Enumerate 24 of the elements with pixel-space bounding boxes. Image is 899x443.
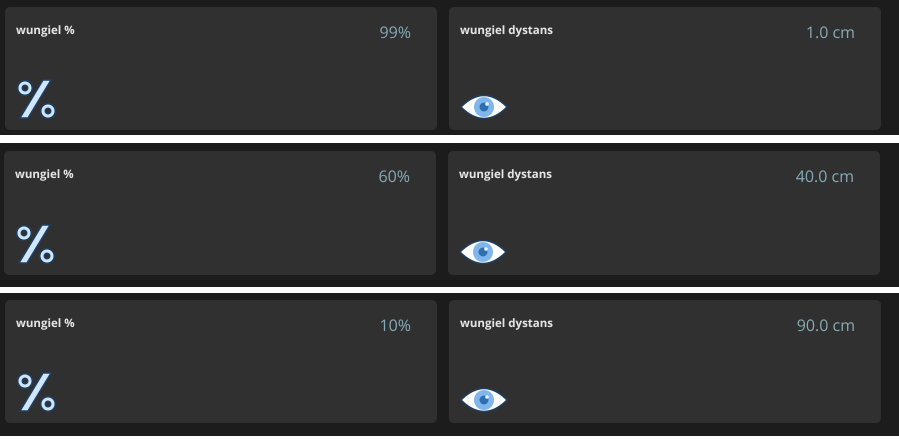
sensor-card[interactable]: wungiel % 99% bbox=[5, 7, 437, 130]
sensor-value: 1.0 cm bbox=[806, 21, 855, 43]
card-title: wungiel % bbox=[15, 167, 74, 182]
sensor-value: 10% bbox=[379, 314, 411, 336]
percent-icon bbox=[15, 223, 55, 265]
sensor-value: 90.0 cm bbox=[796, 314, 855, 336]
card-title: wungiel % bbox=[16, 316, 75, 331]
sensor-card[interactable]: wungiel % 60% bbox=[4, 151, 436, 275]
eye-icon bbox=[459, 239, 507, 265]
sensor-value: 60% bbox=[378, 165, 410, 187]
sensor-card[interactable]: wungiel dystans 1.0 cm bbox=[449, 7, 881, 130]
eye-icon bbox=[460, 387, 508, 413]
card-title: wungiel dystans bbox=[460, 23, 554, 38]
card-title: wungiel dystans bbox=[460, 316, 554, 331]
card-title: wungiel dystans bbox=[459, 167, 552, 182]
percent-icon bbox=[16, 78, 56, 120]
card-title: wungiel % bbox=[16, 23, 75, 38]
sensor-card[interactable]: wungiel dystans 40.0 cm bbox=[448, 151, 880, 275]
sensor-card[interactable]: wungiel % 10% bbox=[5, 300, 437, 423]
sensor-value: 99% bbox=[379, 21, 411, 43]
percent-icon bbox=[16, 371, 56, 413]
sensor-card[interactable]: wungiel dystans 90.0 cm bbox=[449, 300, 881, 423]
eye-icon bbox=[460, 94, 508, 120]
sensor-value: 40.0 cm bbox=[796, 165, 854, 187]
